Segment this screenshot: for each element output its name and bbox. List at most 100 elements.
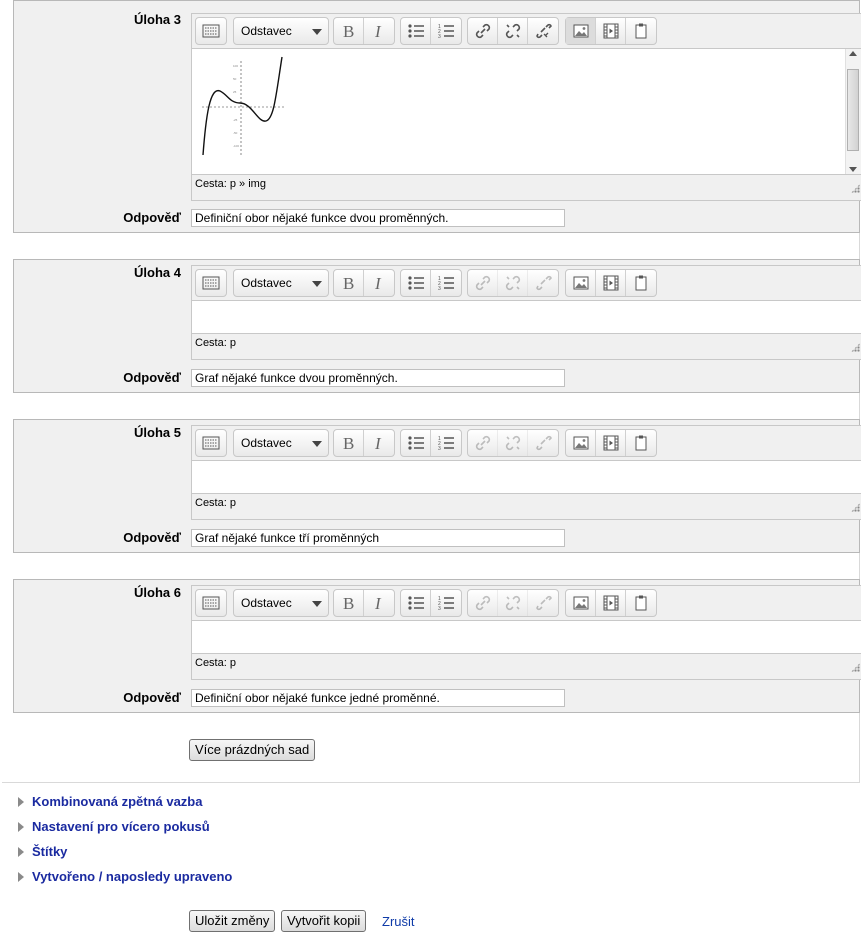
save-changes-button[interactable]: Uložit změny (189, 910, 276, 932)
link-icon[interactable] (468, 18, 498, 44)
section-multiple-tries[interactable]: Nastavení pro vícero pokusů (18, 819, 210, 834)
format-select[interactable]: Odstavec (233, 17, 329, 45)
media-icon[interactable] (596, 18, 626, 44)
section-tags[interactable]: Štítky (18, 844, 67, 859)
anchor-icon (528, 270, 558, 296)
more-blanks-button[interactable]: Více prázdných sad (189, 739, 316, 761)
svg-text:3: 3 (438, 34, 441, 40)
numbered-list-icon[interactable]: 123 (431, 18, 461, 44)
svg-text:B: B (343, 594, 354, 612)
editor-toolbar: Odstavec B I 123 (192, 586, 861, 620)
media-icon[interactable] (596, 430, 626, 456)
editor-content[interactable] (192, 300, 861, 334)
unlink-icon (498, 590, 528, 616)
editor-toolbar: Odstavec B I 123 (192, 266, 861, 300)
answer-label: Odpověď (123, 690, 181, 705)
svg-text:I: I (374, 22, 382, 40)
unlink-icon[interactable] (498, 18, 528, 44)
anchor-icon (528, 430, 558, 456)
answer-label: Odpověď (123, 210, 181, 225)
svg-text:B: B (343, 434, 354, 452)
bullet-list-icon[interactable] (401, 270, 431, 296)
media-icon[interactable] (596, 270, 626, 296)
editor-toolbar: Odstavec B I 123 (192, 14, 861, 48)
scrollbar-thumb[interactable] (847, 69, 859, 151)
svg-text:-100: -100 (233, 144, 239, 148)
section-created-modified[interactable]: Vytvořeno / naposledy upraveno (18, 869, 232, 884)
svg-text:100: 100 (233, 64, 238, 68)
paste-icon[interactable] (626, 270, 656, 296)
numbered-list-icon[interactable]: 123 (431, 590, 461, 616)
svg-text:B: B (343, 22, 354, 40)
bold-icon[interactable]: B (334, 430, 364, 456)
task-editor: Odstavec B I 123 Cesta: p (191, 265, 861, 360)
section-combined-feedback[interactable]: Kombinovaná zpětná vazba (18, 794, 202, 809)
paste-icon[interactable] (626, 590, 656, 616)
image-icon[interactable] (566, 430, 596, 456)
toolbar-toggle-icon[interactable] (196, 270, 226, 296)
editor-path: Cesta: p (192, 494, 861, 513)
task-editor: Odstavec B I 123 Cesta: p (191, 585, 861, 680)
editor-content[interactable] (192, 620, 861, 654)
expand-triangle-icon (18, 796, 24, 807)
answer-input[interactable]: Graf nějaké funkce dvou proměnných. (191, 369, 565, 387)
svg-text:-50: -50 (233, 131, 238, 135)
numbered-list-icon[interactable]: 123 (431, 270, 461, 296)
task-label: Úloha 6 (134, 585, 181, 600)
link-icon (468, 430, 498, 456)
numbered-list-icon[interactable]: 123 (431, 430, 461, 456)
editor-scrollbar[interactable] (845, 49, 861, 174)
italic-icon[interactable]: I (364, 270, 394, 296)
image-icon[interactable] (566, 18, 596, 44)
toolbar-toggle-icon[interactable] (196, 430, 226, 456)
expand-triangle-icon (18, 846, 24, 857)
bold-icon[interactable]: B (334, 18, 364, 44)
function-graph-image: 100 50 25 -25 -50 -100 (202, 56, 286, 157)
answer-label: Odpověď (123, 530, 181, 545)
expand-triangle-icon (18, 821, 24, 832)
bold-icon[interactable]: B (334, 270, 364, 296)
italic-icon[interactable]: I (364, 590, 394, 616)
image-icon[interactable] (566, 270, 596, 296)
toolbar-toggle-icon[interactable] (196, 18, 226, 44)
editor-path: Cesta: p (192, 334, 861, 353)
bullet-list-icon[interactable] (401, 18, 431, 44)
editor-toolbar: Odstavec B I 123 (192, 426, 861, 460)
save-as-copy-button[interactable]: Vytvořit kopii (281, 910, 367, 932)
bold-icon[interactable]: B (334, 590, 364, 616)
task-5: Úloha 5 Odstavec B I 123 Cesta: p Odpově… (13, 419, 861, 553)
editor-content[interactable] (192, 460, 861, 494)
paste-icon[interactable] (626, 430, 656, 456)
media-icon[interactable] (596, 590, 626, 616)
svg-text:-25: -25 (233, 118, 238, 122)
italic-icon[interactable]: I (364, 18, 394, 44)
toolbar-toggle-icon[interactable] (196, 590, 226, 616)
bullet-list-icon[interactable] (401, 430, 431, 456)
svg-text:3: 3 (438, 286, 441, 292)
paste-icon[interactable] (626, 18, 656, 44)
anchor-icon[interactable] (528, 18, 558, 44)
task-label: Úloha 3 (134, 12, 181, 27)
format-select[interactable]: Odstavec (233, 269, 329, 297)
format-select[interactable]: Odstavec (233, 429, 329, 457)
task-editor: Odstavec B I 123 Cesta: p (191, 425, 861, 520)
svg-text:25: 25 (233, 90, 237, 94)
italic-icon[interactable]: I (364, 430, 394, 456)
task-3: Úloha 3 Odstavec B I 123 100 50 25 -25 -… (13, 0, 861, 233)
editor-content[interactable]: 100 50 25 -25 -50 -100 (192, 48, 861, 175)
format-select[interactable]: Odstavec (233, 589, 329, 617)
answer-input[interactable]: Definiční obor nějaké funkce dvou proměn… (191, 209, 565, 227)
answer-input[interactable]: Definiční obor nějaké funkce jedné promě… (191, 689, 565, 707)
svg-text:3: 3 (438, 606, 441, 612)
cancel-link[interactable]: Zrušit (382, 914, 415, 929)
answer-input[interactable]: Graf nějaké funkce tří proměnných (191, 529, 565, 547)
svg-text:3: 3 (438, 446, 441, 452)
svg-text:I: I (374, 434, 382, 452)
svg-text:50: 50 (233, 77, 237, 81)
editor-path: Cesta: p (192, 654, 861, 673)
link-icon (468, 590, 498, 616)
svg-text:I: I (374, 594, 382, 612)
bullet-list-icon[interactable] (401, 590, 431, 616)
expand-triangle-icon (18, 871, 24, 882)
image-icon[interactable] (566, 590, 596, 616)
